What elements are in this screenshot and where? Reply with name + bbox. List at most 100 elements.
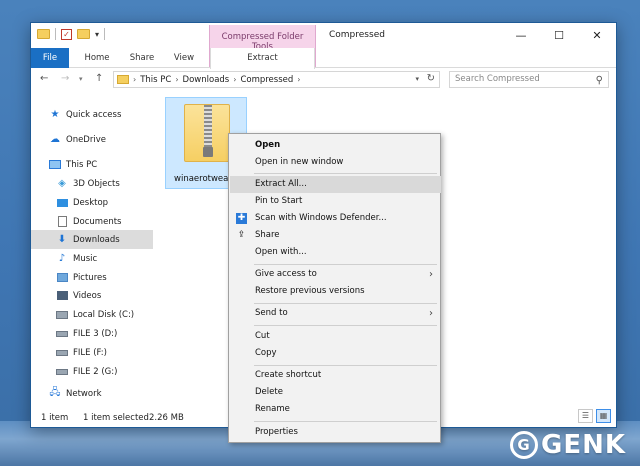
menu-item-open-with[interactable]: Open with... xyxy=(230,244,441,261)
menu-item-properties[interactable]: Properties xyxy=(230,424,441,441)
menu-item-copy[interactable]: Copy xyxy=(230,345,441,362)
download-arrow-icon: ⬇ xyxy=(57,234,67,245)
minimize-button[interactable]: — xyxy=(502,23,540,48)
chevron-right-icon[interactable]: › xyxy=(233,75,236,84)
document-icon xyxy=(56,216,68,227)
sidebar-item-label: This PC xyxy=(66,159,98,170)
recent-locations-dropdown-icon[interactable]: ▾ xyxy=(79,75,83,83)
tab-file[interactable]: File xyxy=(31,48,69,68)
compressed-folder-icon xyxy=(184,104,230,162)
breadcrumb-this-pc[interactable]: This PC xyxy=(140,75,171,85)
star-icon: ★ xyxy=(50,109,60,120)
tab-share[interactable]: Share xyxy=(123,48,161,68)
folder-icon xyxy=(117,75,129,84)
menu-item-rename[interactable]: Rename xyxy=(230,401,441,418)
music-note-icon: ♪ xyxy=(58,253,66,264)
submenu-arrow-icon: › xyxy=(429,269,433,280)
sidebar-item-3d-objects[interactable]: ◈ 3D Objects xyxy=(31,174,153,193)
sidebar-item-file-2-g[interactable]: FILE 2 (G:) xyxy=(31,362,153,381)
sidebar-item-label: Pictures xyxy=(73,272,107,283)
item-count: 1 item xyxy=(41,413,69,423)
menu-item-label: Scan with Windows Defender... xyxy=(255,213,387,223)
navigation-pane: ★ Quick access ☁ OneDrive This PC ◈ 3D O… xyxy=(31,95,153,405)
share-icon: ⇪ xyxy=(237,230,246,240)
window-title: Compressed xyxy=(329,30,385,40)
maximize-button[interactable]: ☐ xyxy=(540,23,578,48)
tab-view[interactable]: View xyxy=(169,48,199,68)
close-button[interactable]: ✕ xyxy=(578,23,616,48)
properties-check-icon[interactable]: ✓ xyxy=(61,28,72,40)
sidebar-item-downloads[interactable]: ⬇ Downloads xyxy=(31,230,153,249)
sidebar-item-videos[interactable]: Videos xyxy=(31,286,153,305)
zipper-pull-graphic xyxy=(203,147,213,157)
sidebar-item-documents[interactable]: Documents xyxy=(31,212,153,231)
breadcrumb-compressed[interactable]: Compressed xyxy=(240,75,293,85)
details-view-icon[interactable]: ☰ xyxy=(578,409,593,423)
menu-item-create-shortcut[interactable]: Create shortcut xyxy=(230,367,441,384)
new-folder-icon[interactable] xyxy=(77,29,90,39)
sidebar-item-desktop[interactable]: Desktop xyxy=(31,193,153,212)
refresh-icon[interactable]: ↻ xyxy=(427,73,435,84)
menu-separator xyxy=(254,264,437,265)
menu-item-delete[interactable]: Delete xyxy=(230,384,441,401)
menu-separator xyxy=(254,303,437,304)
window-controls: — ☐ ✕ xyxy=(502,23,616,48)
search-input[interactable]: Search Compressed ⚲ xyxy=(449,71,609,88)
menu-item-open[interactable]: Open xyxy=(230,137,441,154)
watermark-text: GENK xyxy=(540,430,626,460)
breadcrumb-downloads[interactable]: Downloads xyxy=(183,75,230,85)
logo-icon: G xyxy=(509,431,538,459)
large-icons-view-icon[interactable]: ▦ xyxy=(596,409,611,423)
watermark-logo: G GENK xyxy=(509,430,626,460)
back-arrow-icon[interactable]: ← xyxy=(40,73,48,84)
tab-extract[interactable]: Extract xyxy=(210,48,315,69)
address-bar[interactable]: › This PC › Downloads › Compressed › ▾ ↻ xyxy=(113,71,440,88)
selection-count: 1 item selected xyxy=(83,413,149,423)
sidebar-item-label: OneDrive xyxy=(66,134,106,145)
sidebar-item-quick-access[interactable]: ★ Quick access xyxy=(31,105,153,124)
folder-icon[interactable] xyxy=(37,29,50,39)
windows-defender-icon: ✚ xyxy=(236,213,247,224)
sidebar-item-network[interactable]: 🖧 Network xyxy=(31,384,153,403)
up-arrow-icon[interactable]: ↑ xyxy=(95,73,103,84)
sidebar-item-pictures[interactable]: Pictures xyxy=(31,268,153,287)
menu-item-send-to[interactable]: Send to › xyxy=(230,305,441,322)
menu-item-pin-to-start[interactable]: Pin to Start xyxy=(230,193,441,210)
sidebar-item-music[interactable]: ♪ Music xyxy=(31,249,153,268)
menu-item-label: Send to xyxy=(255,308,288,318)
sidebar-item-file-3-d[interactable]: FILE 3 (D:) xyxy=(31,324,153,343)
sidebar-item-label: Quick access xyxy=(66,109,122,120)
title-bar: ✓ ▾ Compressed — ☐ ✕ xyxy=(31,23,616,48)
sidebar-item-label: 3D Objects xyxy=(73,178,120,189)
menu-item-give-access[interactable]: Give access to › xyxy=(230,266,441,283)
address-dropdown-icon[interactable]: ▾ xyxy=(415,75,419,83)
zipper-graphic xyxy=(204,105,212,151)
sidebar-item-label: Videos xyxy=(73,290,102,301)
chevron-right-icon[interactable]: › xyxy=(297,75,300,84)
menu-item-restore-versions[interactable]: Restore previous versions xyxy=(230,283,441,300)
menu-item-cut[interactable]: Cut xyxy=(230,328,441,345)
sidebar-item-label: Network xyxy=(66,388,102,399)
menu-separator xyxy=(254,421,437,422)
cloud-icon: ☁ xyxy=(50,134,60,145)
sidebar-item-label: Downloads xyxy=(73,234,120,245)
divider xyxy=(104,28,106,40)
menu-item-scan-defender[interactable]: ✚ Scan with Windows Defender... xyxy=(230,210,441,227)
sidebar-item-label: FILE 3 (D:) xyxy=(73,328,118,339)
sidebar-item-this-pc[interactable]: This PC xyxy=(31,155,153,174)
tab-home[interactable]: Home xyxy=(79,48,115,68)
menu-separator xyxy=(254,325,437,326)
sidebar-item-onedrive[interactable]: ☁ OneDrive xyxy=(31,130,153,149)
menu-item-share[interactable]: ⇪ Share xyxy=(230,227,441,244)
sidebar-item-local-disk-c[interactable]: Local Disk (C:) xyxy=(31,305,153,324)
cube-icon: ◈ xyxy=(58,178,66,189)
chevron-right-icon[interactable]: › xyxy=(175,75,178,84)
chevron-right-icon[interactable]: › xyxy=(133,75,136,84)
selection-size: 2.26 MB xyxy=(149,413,184,423)
pictures-icon xyxy=(56,272,68,283)
menu-item-open-new-window[interactable]: Open in new window xyxy=(230,154,441,171)
sidebar-item-file-f[interactable]: FILE (F:) xyxy=(31,343,153,362)
customize-dropdown-icon[interactable]: ▾ xyxy=(95,30,99,39)
menu-item-extract-all[interactable]: Extract All... xyxy=(230,176,441,193)
forward-arrow-icon[interactable]: → xyxy=(61,73,69,84)
